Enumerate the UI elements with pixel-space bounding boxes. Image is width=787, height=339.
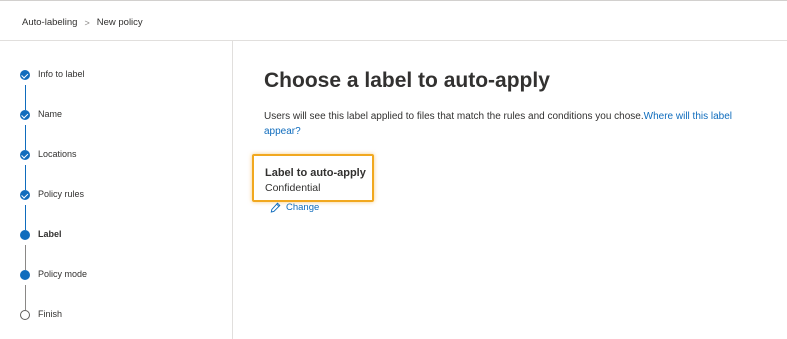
app-frame: Auto-labeling > New policy Info to label… — [0, 0, 787, 339]
breadcrumb: Auto-labeling > New policy — [22, 17, 143, 28]
step-info-to-label[interactable]: Info to label — [0, 65, 232, 85]
change-label-button[interactable]: Change — [270, 202, 319, 213]
empty-circle-icon — [20, 310, 30, 320]
step-label: Label — [38, 229, 62, 239]
page-description: Users will see this label applied to fil… — [264, 109, 769, 139]
page-title: Choose a label to auto-apply — [264, 69, 550, 92]
pencil-icon — [270, 202, 281, 213]
step-label: Info to label — [38, 69, 85, 79]
step-dot-icon — [20, 270, 30, 280]
step-policy-mode[interactable]: Policy mode — [0, 265, 232, 285]
step-label: Finish — [38, 309, 63, 319]
wizard-step-rail: Info to label Name Locations Policy rule… — [0, 41, 233, 339]
description-text: Users will see this label applied to fil… — [264, 111, 644, 122]
breadcrumb-auto-labeling[interactable]: Auto-labeling — [22, 17, 77, 28]
field-label: Label to auto-apply — [265, 167, 366, 179]
step-finish[interactable]: Finish — [0, 305, 232, 325]
breadcrumb-new-policy: New policy — [96, 17, 143, 28]
checkmark-icon — [20, 70, 30, 80]
selected-label-value: Confidential — [265, 182, 321, 194]
breadcrumb-separator: > — [84, 17, 90, 28]
step-label[interactable]: Label — [0, 225, 232, 245]
checkmark-icon — [20, 150, 30, 160]
step-label: Name — [38, 109, 63, 119]
step-policy-rules[interactable]: Policy rules — [0, 185, 232, 205]
step-label: Policy rules — [38, 189, 85, 199]
step-locations[interactable]: Locations — [0, 145, 232, 165]
step-name[interactable]: Name — [0, 105, 232, 125]
step-label: Locations — [38, 149, 77, 159]
step-label: Policy mode — [38, 269, 88, 279]
change-label: Change — [286, 202, 320, 213]
current-step-dot-icon — [20, 230, 30, 240]
breadcrumb-bar: Auto-labeling > New policy — [0, 0, 787, 41]
checkmark-icon — [20, 190, 30, 200]
checkmark-icon — [20, 110, 30, 120]
